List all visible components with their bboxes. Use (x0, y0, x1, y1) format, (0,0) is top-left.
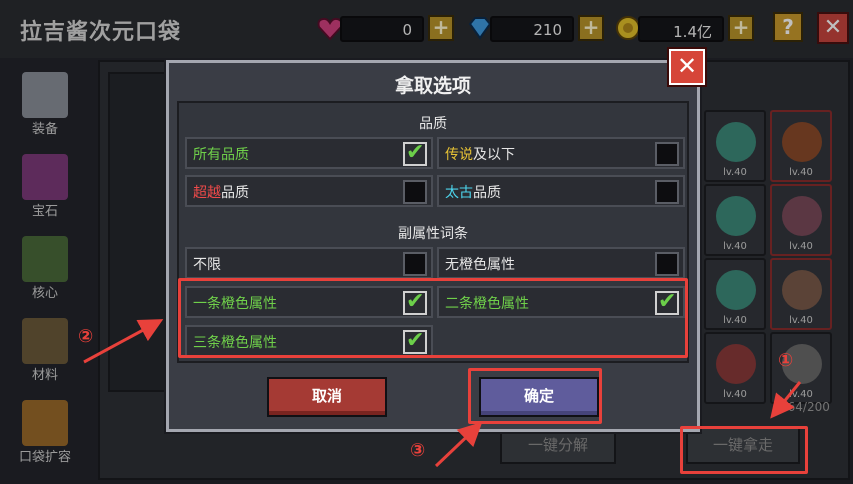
option-legendary-and-below[interactable]: 传说及以下 (437, 137, 685, 169)
close-dialog-button[interactable]: ✕ (669, 49, 705, 85)
checkbox[interactable] (403, 252, 427, 276)
take-options-dialog: 拿取选项 ✕ 品质 所有品质 传说及以下 超越品质 太古品质 副属性词条 不限 … (166, 49, 705, 432)
cancel-button[interactable]: 取消 (267, 377, 387, 417)
quality-section-label: 品质 (419, 116, 447, 132)
option-label: 太古品质 (445, 182, 501, 202)
dialog-title: 拿取选项 (394, 75, 471, 97)
option-text: 传说 (445, 147, 473, 163)
option-text: 无橙色属性 (445, 257, 515, 273)
highlight-confirm (468, 368, 602, 424)
option-label: 所有品质 (193, 144, 249, 164)
annotation-marker-1: ① (778, 350, 794, 371)
checkbox[interactable] (403, 140, 427, 166)
highlight-take-all (680, 426, 808, 474)
option-no-orange[interactable]: 无橙色属性 (437, 247, 685, 279)
checkbox[interactable] (655, 180, 679, 204)
option-text: 不限 (193, 257, 221, 273)
checkbox[interactable] (403, 180, 427, 204)
option-label: 超越品质 (193, 182, 249, 202)
option-text: 及以下 (473, 147, 515, 163)
option-text: 品质 (221, 185, 249, 201)
option-label: 传说及以下 (445, 144, 515, 164)
option-text: 品质 (473, 185, 501, 201)
option-all-quality[interactable]: 所有品质 (185, 137, 433, 169)
annotation-marker-3: ③ (410, 440, 426, 461)
option-text: 太古 (445, 185, 473, 201)
option-transcendent-quality[interactable]: 超越品质 (185, 175, 433, 207)
annotation-marker-2: ② (78, 326, 94, 347)
option-text: 超越 (193, 185, 221, 201)
checkbox[interactable] (655, 142, 679, 166)
option-label: 不限 (193, 254, 221, 274)
highlight-sub-options (178, 278, 688, 358)
option-primordial-quality[interactable]: 太古品质 (437, 175, 685, 207)
option-label: 无橙色属性 (445, 254, 515, 274)
checkbox[interactable] (655, 252, 679, 276)
option-text: 所有品质 (193, 147, 249, 163)
option-unlimited[interactable]: 不限 (185, 247, 433, 279)
sub-attr-section-label: 副属性词条 (398, 226, 468, 242)
